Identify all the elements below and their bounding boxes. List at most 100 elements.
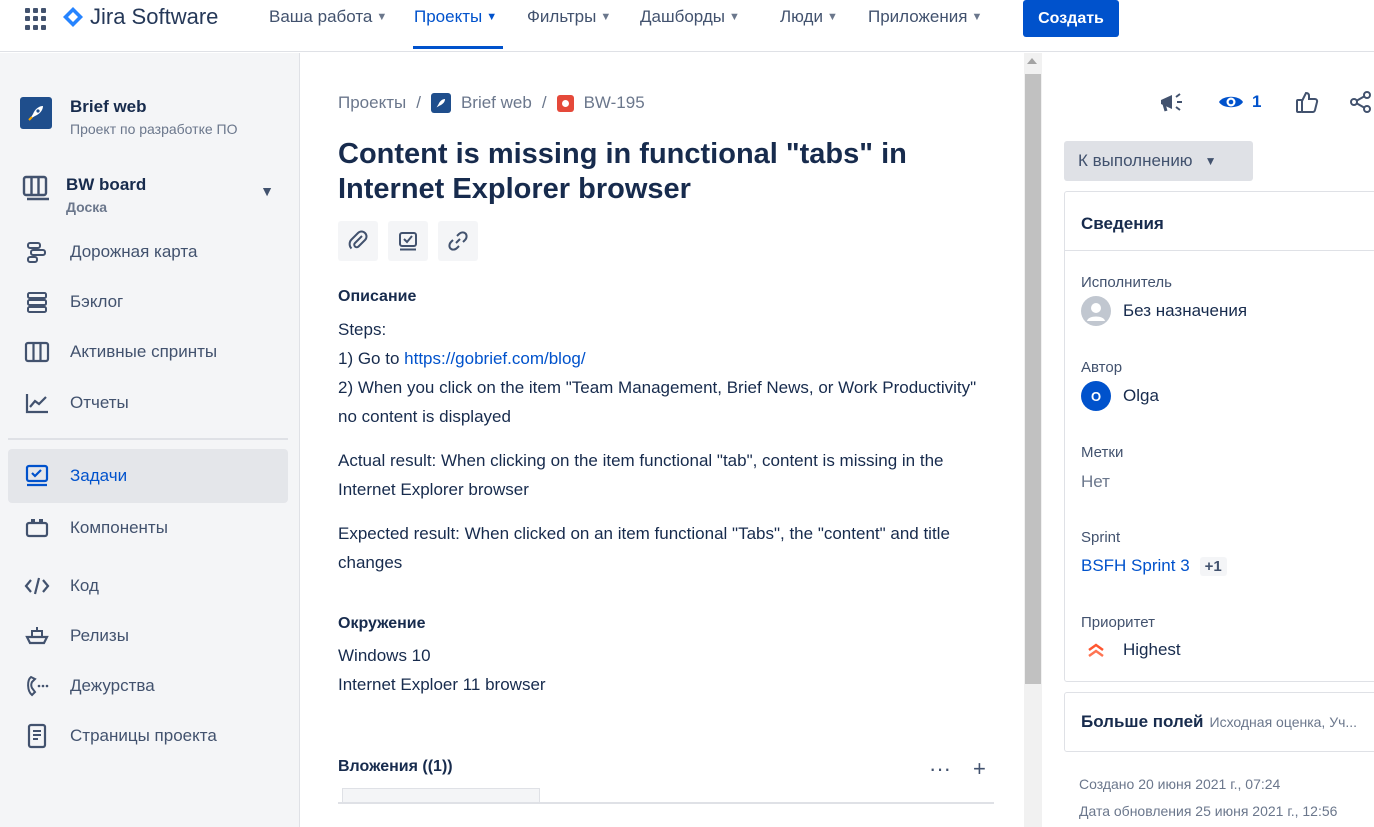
issue-title[interactable]: Content is missing in functional "tabs" … [338, 137, 938, 207]
top-navigation: Jira Software Ваша работа ▼ Проекты ▼ Филь… [0, 0, 1374, 52]
breadcrumb-issue-key[interactable]: BW-195 [584, 93, 645, 113]
sidebar-item-releases[interactable]: Релизы [8, 609, 288, 663]
nav-people[interactable]: Люди ▼ [780, 7, 838, 27]
chevron-down-icon: ▼ [729, 11, 740, 23]
project-sidebar: Brief web Проект по разработке ПО BW boa… [0, 53, 300, 827]
sidebar-item-label: Код [70, 576, 99, 595]
scroll-up-arrow-icon[interactable] [1027, 58, 1037, 64]
labels-value: Нет [1081, 472, 1110, 491]
nav-apps[interactable]: Приложения ▼ [868, 7, 982, 27]
more-fields-section[interactable]: Больше полей Исходная оценка, Уч... [1064, 692, 1374, 752]
sidebar-item-oncall[interactable]: Дежурства [8, 659, 288, 713]
breadcrumb-separator: / [541, 93, 547, 112]
code-icon [22, 575, 52, 597]
watch-button[interactable]: 1 [1218, 92, 1261, 112]
environment-line: Windows 10 [338, 646, 431, 665]
priority-value: Highest [1123, 640, 1181, 659]
project-header[interactable]: Brief web Проект по разработке ПО [20, 97, 238, 137]
project-type: Проект по разработке ПО [70, 121, 238, 137]
board-subtitle: Доска [66, 199, 108, 215]
description-step-1: 1) Go to https://gobrief.com/blog/ [338, 344, 978, 373]
sidebar-item-code[interactable]: Код [8, 559, 288, 613]
sidebar-item-backlog[interactable]: Бэклог [8, 275, 288, 329]
board-icon [22, 175, 49, 201]
priority-field[interactable]: Highest [1081, 640, 1181, 660]
app-switcher-icon[interactable] [25, 8, 47, 30]
description-heading: Описание [338, 288, 417, 305]
chevron-down-icon[interactable]: ▼ [260, 183, 274, 199]
environment-body[interactable]: Windows 10 Internet Exploer 11 browser [338, 641, 978, 699]
issue-details-panel: 1 К выполнению ▼ Сведения Исполнитель Бе… [1043, 53, 1374, 827]
sidebar-item-issues[interactable]: Задачи [8, 449, 288, 503]
pages-icon [22, 723, 52, 749]
oncall-icon [22, 674, 52, 698]
project-name: Brief web [70, 97, 147, 116]
board-name: BW board [66, 175, 147, 194]
nav-filters[interactable]: Фильтры ▼ [527, 7, 611, 27]
reporter-field[interactable]: O Olga [1081, 381, 1159, 411]
like-thumbs-up-icon[interactable] [1295, 90, 1319, 114]
sidebar-item-sprints[interactable]: Активные спринты [8, 325, 288, 379]
attachments-heading: Вложения ((1)) [338, 758, 453, 775]
chevron-down-icon: ▼ [826, 11, 838, 23]
sidebar-item-roadmap[interactable]: Дорожная карта [8, 225, 288, 279]
paperclip-icon [348, 230, 368, 250]
description-actual: Actual result: When clicking on the item… [338, 451, 944, 499]
jira-logo[interactable]: Jira Software [62, 4, 218, 30]
roadmap-icon [22, 240, 52, 264]
step-1-text: 1) Go to [338, 349, 405, 368]
attach-button[interactable] [338, 221, 378, 261]
issues-icon [22, 464, 52, 488]
more-fields-heading: Больше полей [1081, 712, 1204, 731]
attachment-actions: ··· + [929, 756, 986, 782]
components-icon [22, 517, 52, 539]
issue-actions-toolbar: 1 [1158, 89, 1373, 115]
nav-label: Приложения [868, 7, 968, 26]
sidebar-item-reports[interactable]: Отчеты [8, 376, 288, 430]
sprint-field[interactable]: BSFH Sprint 3 +1 [1081, 556, 1227, 576]
link-icon [448, 231, 468, 251]
issue-main: Проекты / Brief web / BW-195 Content is … [301, 53, 1021, 827]
sidebar-item-label: Бэклог [70, 292, 124, 311]
nav-label: Проекты [414, 7, 483, 26]
description-body[interactable]: Steps: 1) Go to https://gobrief.com/blog… [338, 315, 978, 577]
add-child-issue-button[interactable] [388, 221, 428, 261]
more-actions-icon[interactable]: ··· [929, 756, 951, 782]
step-1-link[interactable]: https://gobrief.com/blog/ [404, 349, 585, 368]
share-icon[interactable] [1349, 90, 1373, 114]
feedback-megaphone-icon[interactable] [1158, 89, 1186, 115]
rocket-icon [430, 93, 451, 113]
description-expected: Expected result: When clicked on an item… [338, 524, 950, 572]
sprint-more-badge[interactable]: +1 [1199, 556, 1227, 576]
jira-diamond-icon [63, 7, 83, 27]
link-issue-button[interactable] [438, 221, 478, 261]
breadcrumb-projects[interactable]: Проекты [338, 93, 406, 113]
sprint-link[interactable]: BSFH Sprint 3 [1081, 556, 1190, 576]
details-heading[interactable]: Сведения [1081, 214, 1164, 234]
status-label: К выполнению [1078, 151, 1193, 170]
rocket-icon [20, 97, 52, 129]
nav-label: Ваша работа [269, 7, 373, 26]
breadcrumb-project[interactable]: Brief web [461, 93, 532, 113]
sidebar-item-components[interactable]: Компоненты [8, 501, 288, 555]
backlog-icon [22, 290, 52, 314]
add-attachment-icon[interactable]: + [973, 756, 986, 782]
scrollbar-thumb[interactable] [1025, 74, 1041, 684]
assignee-field[interactable]: Без назначения [1081, 296, 1247, 326]
board-selector[interactable]: BW board Доска ▼ [22, 175, 282, 215]
reports-icon [22, 392, 52, 414]
nav-label: Люди [780, 7, 823, 26]
nav-your-work[interactable]: Ваша работа ▼ [269, 7, 387, 27]
status-dropdown[interactable]: К выполнению ▼ [1064, 141, 1253, 181]
details-divider [1065, 250, 1374, 251]
create-button[interactable]: Создать [1023, 0, 1119, 37]
chevron-down-icon: ▼ [376, 11, 388, 23]
labels-field[interactable]: Нет [1081, 472, 1110, 492]
priority-label: Приоритет [1081, 614, 1155, 631]
breadcrumb: Проекты / Brief web / BW-195 [338, 93, 645, 113]
logo-text: Jira Software [90, 4, 219, 29]
nav-projects[interactable]: Проекты ▼ [414, 7, 497, 27]
sidebar-item-pages[interactable]: Страницы проекта [8, 709, 288, 763]
nav-dashboards[interactable]: Дашборды ▼ [640, 7, 740, 27]
releases-icon [22, 625, 52, 647]
